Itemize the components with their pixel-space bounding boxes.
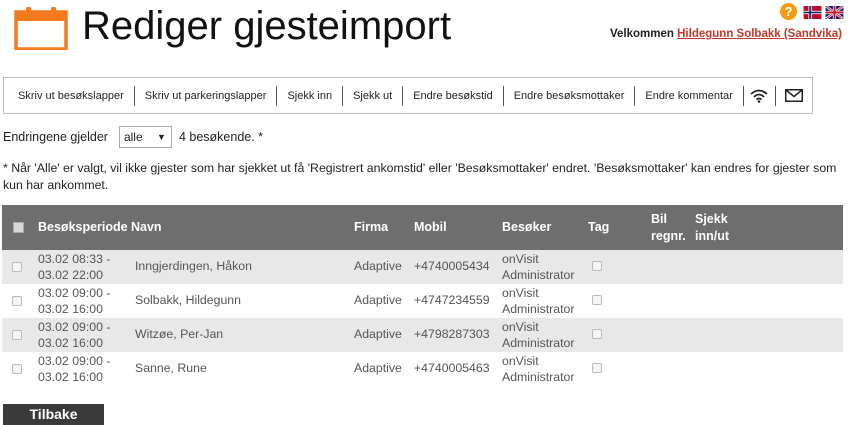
filter-label: Endringene gjelder xyxy=(3,130,108,144)
period-start: 03.02 09:00 - xyxy=(38,320,111,334)
col-car-reg-line1: Bil xyxy=(651,212,667,226)
email-button[interactable] xyxy=(776,86,812,106)
row-company: Adaptive xyxy=(354,361,402,375)
row-mobile: +4740005434 xyxy=(414,259,490,273)
table-row[interactable]: 03.02 08:33 - 03.02 22:00 Inngjerdingen,… xyxy=(2,250,843,284)
visitor-line2: Administrator xyxy=(502,268,575,282)
col-name[interactable]: Navn xyxy=(131,220,162,234)
row-name: Solbakk, Hildegunn xyxy=(135,293,241,307)
check-in-button[interactable]: Sjekk inn xyxy=(277,85,344,106)
row-company: Adaptive xyxy=(354,259,402,273)
tag-checkbox[interactable] xyxy=(592,329,602,339)
col-check-line2: inn/ut xyxy=(695,229,730,243)
row-mobile: +4798287303 xyxy=(414,327,490,341)
col-check-line1: Sjekk xyxy=(695,212,728,226)
row-checkbox[interactable] xyxy=(12,330,22,340)
dropdown-arrow-icon: ▼ xyxy=(157,132,166,142)
visitor-line1: onVisit xyxy=(502,286,539,300)
page-header: Rediger gjesteimport ? Velkommen Hildegu… xyxy=(0,0,850,60)
row-checkbox[interactable] xyxy=(12,296,22,306)
change-comment-button[interactable]: Endre kommentar xyxy=(635,85,744,106)
help-icon[interactable]: ? xyxy=(780,3,797,20)
envelope-icon xyxy=(785,89,804,102)
visitor-line1: onVisit xyxy=(502,252,539,266)
filter-select[interactable]: alle ▼ xyxy=(118,126,172,148)
print-visitor-badges-button[interactable]: Skriv ut besøkslapper xyxy=(8,85,135,106)
guest-table: Besøksperiode Navn Firma Mobil Besøker T… xyxy=(2,205,843,386)
col-tag[interactable]: Tag xyxy=(588,220,609,234)
row-visitor: onVisit Administrator xyxy=(502,319,574,351)
period-start: 03.02 09:00 - xyxy=(38,354,111,368)
col-car-reg-line2: regnr. xyxy=(651,229,686,243)
visitor-line2: Administrator xyxy=(502,370,575,384)
welcome-text: Velkommen Hildegunn Solbakk (Sandvika) xyxy=(610,28,842,40)
row-mobile: +4747234559 xyxy=(414,293,490,307)
welcome-label: Velkommen xyxy=(610,28,674,40)
check-out-button[interactable]: Sjekk ut xyxy=(343,85,404,106)
action-toolbar: Skriv ut besøkslapper Skriv ut parkering… xyxy=(3,77,813,114)
period-start: 03.02 09:00 - xyxy=(38,286,111,300)
period-end: 03.02 16:00 xyxy=(38,302,103,316)
row-company: Adaptive xyxy=(354,293,402,307)
row-mobile: +4740005463 xyxy=(414,361,490,375)
visitor-line2: Administrator xyxy=(502,302,575,316)
visitor-count: 4 besøkende. * xyxy=(178,130,264,144)
period-start: 03.02 08:33 - xyxy=(38,252,111,266)
tag-checkbox[interactable] xyxy=(592,363,602,373)
row-period: 03.02 08:33 - 03.02 22:00 xyxy=(38,251,110,283)
col-check-in-out[interactable]: Sjekk inn/ut xyxy=(695,211,729,245)
info-note: * Når 'Alle' er valgt, vil ikke gjester … xyxy=(3,161,837,192)
row-period: 03.02 09:00 - 03.02 16:00 xyxy=(38,285,110,317)
row-name: Inngjerdingen, Håkon xyxy=(135,259,252,273)
table-row[interactable]: 03.02 09:00 - 03.02 16:00 Witzøe, Per-Ja… xyxy=(2,318,843,352)
col-mobile[interactable]: Mobil xyxy=(414,220,447,234)
row-visitor: onVisit Administrator xyxy=(502,285,574,317)
col-period[interactable]: Besøksperiode xyxy=(38,220,128,234)
row-checkbox[interactable] xyxy=(12,262,22,272)
page-title: Rediger gjesteimport xyxy=(82,4,452,48)
select-all-checkbox[interactable] xyxy=(13,222,24,233)
calendar-icon xyxy=(14,7,68,50)
flag-norway-icon[interactable] xyxy=(803,6,822,19)
filter-row: Endringene gjelder alle ▼ 4 besøkende. * xyxy=(3,126,263,148)
change-host-button[interactable]: Endre besøksmottaker xyxy=(504,85,636,106)
filter-selected-value: alle xyxy=(123,130,143,144)
row-period: 03.02 09:00 - 03.02 16:00 xyxy=(38,353,110,385)
flag-uk-icon[interactable] xyxy=(825,6,844,19)
col-car-reg[interactable]: Bil regnr. xyxy=(651,211,686,245)
back-button[interactable]: Tilbake xyxy=(3,404,104,425)
row-name: Witzøe, Per-Jan xyxy=(135,327,224,341)
print-parking-badges-button[interactable]: Skriv ut parkeringslapper xyxy=(135,85,278,106)
wifi-button[interactable] xyxy=(744,85,777,106)
tag-checkbox[interactable] xyxy=(592,261,602,271)
table-header: Besøksperiode Navn Firma Mobil Besøker T… xyxy=(2,205,843,250)
table-row[interactable]: 03.02 09:00 - 03.02 16:00 Sanne, Rune Ad… xyxy=(2,352,843,386)
change-visit-time-button[interactable]: Endre besøkstid xyxy=(403,85,504,106)
period-end: 03.02 22:00 xyxy=(38,268,103,282)
visitor-line1: onVisit xyxy=(502,354,539,368)
visitor-line1: onVisit xyxy=(502,320,539,334)
period-end: 03.02 16:00 xyxy=(38,336,103,350)
period-end: 03.02 16:00 xyxy=(38,370,103,384)
row-checkbox[interactable] xyxy=(12,364,22,374)
row-company: Adaptive xyxy=(354,327,402,341)
visitor-line2: Administrator xyxy=(502,336,575,350)
row-visitor: onVisit Administrator xyxy=(502,251,574,283)
table-row[interactable]: 03.02 09:00 - 03.02 16:00 Solbakk, Hilde… xyxy=(2,284,843,318)
col-visitor[interactable]: Besøker xyxy=(502,220,551,234)
wifi-icon xyxy=(750,89,769,103)
row-visitor: onVisit Administrator xyxy=(502,353,574,385)
col-company[interactable]: Firma xyxy=(354,220,388,234)
row-period: 03.02 09:00 - 03.02 16:00 xyxy=(38,319,110,351)
row-name: Sanne, Rune xyxy=(135,361,207,375)
tag-checkbox[interactable] xyxy=(592,295,602,305)
user-link[interactable]: Hildegunn Solbakk (Sandvika) xyxy=(677,28,842,40)
